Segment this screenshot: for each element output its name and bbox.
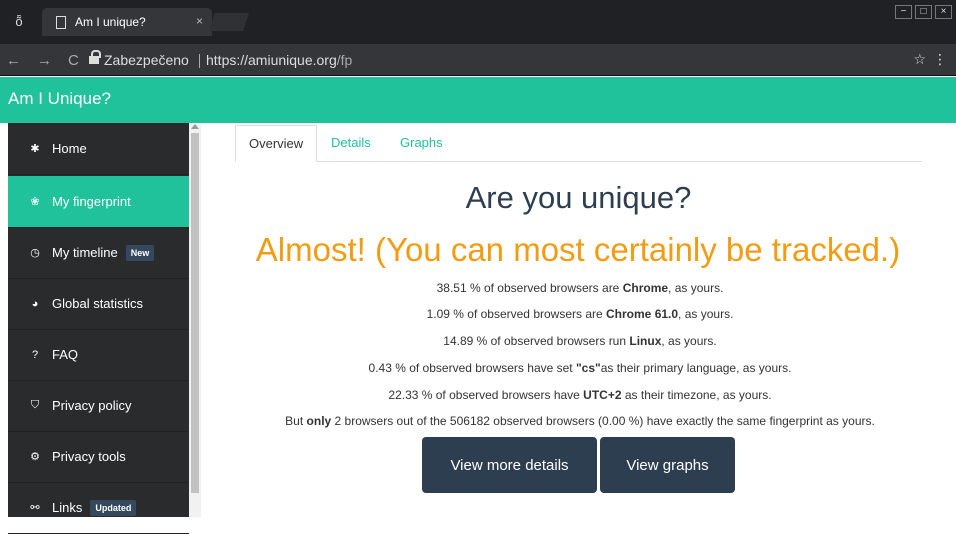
clock-icon: ◷ — [30, 247, 40, 259]
stat-value: "cs" — [575, 361, 601, 375]
sidebar-item-home[interactable]: ✱ Home — [8, 123, 189, 175]
question-icon: ? — [31, 348, 39, 361]
stat-line: 38.51 % of observed browsers are Chrome,… — [210, 281, 950, 295]
new-tab-button[interactable] — [209, 13, 249, 31]
sidebar-item-label: Privacy policy — [52, 398, 132, 413]
site-title[interactable]: Am I Unique? — [8, 89, 111, 109]
scroll-up-icon[interactable] — [191, 124, 199, 129]
stat-value: only — [306, 414, 332, 428]
link-icon: ⚯ — [30, 502, 40, 514]
stat-text: , as yours. — [661, 334, 717, 348]
browser-tab[interactable]: Am I unique? × — [42, 8, 212, 36]
pie-chart-icon: ◕ — [31, 297, 39, 310]
sidebar-item-label: My timeline — [52, 245, 118, 260]
sidebar-item-privacy-policy[interactable]: ⛉ Privacy policy — [8, 380, 189, 432]
tab-graphs[interactable]: Graphs — [400, 125, 443, 162]
sidebar-item-label: My fingerprint — [52, 194, 131, 209]
content-tabs: Overview Details Graphs — [235, 125, 922, 162]
stat-line: But only 2 browsers out of the 506182 ob… — [210, 414, 950, 428]
stat-text: 1.09 % of observed browsers are — [426, 307, 607, 321]
sidebar-item-privacy-tools[interactable]: ⚙ Privacy tools — [8, 431, 189, 483]
bookmark-star-icon[interactable]: ☆ — [913, 51, 926, 68]
url-base: https://amiunique.org — [206, 52, 337, 68]
sidebar-item-label: Global statistics — [52, 296, 144, 311]
uniqueness-verdict: Almost! (You can most certainly be track… — [255, 231, 901, 268]
updated-badge: Updated — [90, 499, 137, 516]
address-bar: ← → C Zabezpečeno https://amiunique.org/… — [0, 44, 956, 76]
stat-text: 2 browsers out of the 506182 observed br… — [331, 414, 875, 428]
incognito-icon: ȭ — [15, 14, 23, 29]
stat-text: as their timezone, as yours. — [621, 388, 772, 402]
stat-value: Chrome 61.0 — [606, 307, 679, 321]
new-badge: New — [125, 244, 155, 261]
stat-text: , as yours. — [678, 307, 734, 321]
sidebar-item-global-statistics[interactable]: ◕ Global statistics — [8, 278, 189, 330]
page-title: Are you unique? — [465, 180, 692, 215]
url-field[interactable]: https://amiunique.org/fp — [206, 52, 352, 68]
site-header: Am I Unique? — [0, 77, 956, 123]
stat-text: as their primary language, as yours. — [600, 361, 792, 375]
page-icon — [56, 15, 66, 29]
stat-line: 14.89 % of observed browsers run Linux, … — [210, 334, 950, 348]
stat-text: 14.89 % of observed browsers run — [443, 334, 630, 348]
stat-value: Linux — [629, 334, 662, 348]
gears-icon: ⚙ — [30, 451, 40, 463]
tab-close-icon[interactable]: × — [196, 14, 203, 28]
reload-icon[interactable]: C — [68, 52, 79, 69]
browser-titlebar: ȭ Am I unique? × − □ × — [0, 0, 956, 44]
close-window-button[interactable]: × — [935, 5, 952, 19]
home-icon: ✱ — [30, 143, 40, 155]
secure-label[interactable]: Zabezpečeno — [104, 52, 189, 68]
stat-line: 1.09 % of observed browsers are Chrome 6… — [210, 307, 950, 321]
stat-value: UTC+2 — [583, 388, 622, 402]
sidebar-item-my-timeline[interactable]: ◷ My timeline New — [8, 227, 189, 279]
sidebar-item-links[interactable]: ⚯ Links Updated — [8, 482, 189, 534]
browser-menu-icon[interactable]: ⋮ — [933, 51, 947, 68]
stat-text: 22.33 % of observed browsers have — [388, 388, 584, 402]
tab-overview[interactable]: Overview — [235, 125, 317, 162]
stat-line: 0.43 % of observed browsers have set "cs… — [210, 361, 950, 375]
stat-value: Chrome — [622, 281, 669, 295]
back-icon[interactable]: ← — [6, 52, 21, 69]
paw-icon: ❀ — [30, 196, 40, 208]
sidebar-item-my-fingerprint[interactable]: ❀ My fingerprint — [8, 176, 189, 228]
stat-text: , as yours. — [668, 281, 724, 295]
stat-text: 0.43 % of observed browsers have set — [368, 361, 576, 375]
sidebar-item-label: Links — [52, 500, 83, 515]
maximize-button[interactable]: □ — [915, 5, 932, 19]
tab-details[interactable]: Details — [331, 125, 371, 162]
scroll-thumb[interactable] — [191, 133, 199, 493]
stat-line: 22.33 % of observed browsers have UTC+2 … — [210, 388, 950, 402]
minimize-button[interactable]: − — [895, 5, 912, 19]
url-path: /fp — [336, 52, 353, 68]
stat-text: 38.51 % of observed browsers are — [436, 281, 623, 295]
forward-icon[interactable]: → — [37, 52, 52, 69]
sidebar-item-faq[interactable]: ? FAQ — [8, 329, 189, 381]
tab-title: Am I unique? — [75, 15, 146, 29]
sidebar: ✱ Home ❀ My fingerprint ◷ My timeline Ne… — [8, 123, 189, 534]
shield-icon: ⛉ — [30, 399, 40, 411]
sidebar-item-label: Home — [52, 141, 87, 156]
view-more-details-button[interactable]: View more details — [422, 437, 597, 493]
url-separator — [199, 54, 200, 68]
sidebar-item-label: Privacy tools — [52, 449, 126, 464]
sidebar-scrollbar[interactable] — [189, 123, 201, 517]
lock-icon — [89, 50, 101, 65]
sidebar-item-label: FAQ — [52, 347, 79, 362]
stat-text: But — [285, 414, 307, 428]
view-graphs-button[interactable]: View graphs — [600, 437, 735, 493]
